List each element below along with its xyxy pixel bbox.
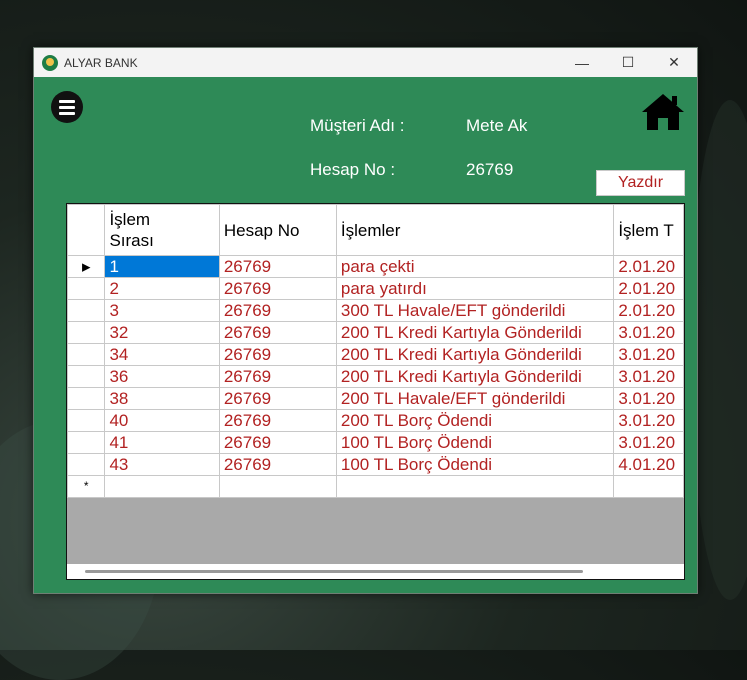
close-button[interactable]: ✕ (651, 48, 697, 77)
account-no-label: Hesap No : (310, 160, 396, 179)
cell-islem-tarihi[interactable]: 3.01.20 (613, 365, 684, 388)
column-header-label: Hesap No (223, 220, 300, 240)
column-header-label: İşlemler (340, 220, 401, 240)
column-header-label: İşlem T (618, 220, 674, 240)
cell-islemler[interactable]: para yatırdı (335, 277, 615, 300)
cell-islem-tarihi[interactable]: 2.01.20 (613, 255, 684, 278)
cell-islemler[interactable]: 200 TL Borç Ödendi (335, 409, 615, 432)
cell-islem-tarihi[interactable]: 3.01.20 (613, 321, 684, 344)
row-header[interactable] (67, 453, 106, 476)
cell-islemler[interactable]: 200 TL Kredi Kartıyla Gönderildi (335, 365, 615, 388)
row-header-corner (67, 204, 106, 256)
cell-islem-sirasi[interactable]: 2 (104, 277, 220, 300)
table-row[interactable]: ▸ 1 26769 para çekti 2.01.20 (67, 255, 684, 278)
table-row[interactable]: 41 26769 100 TL Borç Ödendi 3.01.20 (67, 431, 684, 454)
window-title: ALYAR BANK (64, 55, 138, 70)
window-controls: — ☐ ✕ (559, 48, 697, 77)
cell-islem-tarihi[interactable]: 3.01.20 (613, 343, 684, 366)
column-header-islem-tarihi[interactable]: İşlem T (613, 204, 684, 256)
new-row-cell[interactable] (104, 475, 220, 498)
column-header-islem-sirasi[interactable]: İşlem Sırası (104, 204, 220, 256)
row-header[interactable]: ▸ (67, 255, 106, 278)
column-header-islemler[interactable]: İşlemler (335, 204, 615, 256)
new-row[interactable]: * (67, 475, 684, 498)
cell-islemler[interactable]: 200 TL Havale/EFT gönderildi (335, 387, 615, 410)
cell-islemler[interactable]: 100 TL Borç Ödendi (335, 453, 615, 476)
transactions-grid[interactable]: İşlem Sırası Hesap No İşlemler İşlem T ▸… (66, 203, 685, 580)
cell-islem-sirasi[interactable]: 34 (104, 343, 220, 366)
title-bar[interactable]: ALYAR BANK — ☐ ✕ (34, 48, 697, 77)
bank-logo-icon (42, 54, 58, 71)
cell-hesap-no[interactable]: 26769 (218, 409, 337, 432)
cell-islem-tarihi[interactable]: 3.01.20 (613, 431, 684, 454)
cell-hesap-no[interactable]: 26769 (218, 255, 337, 278)
new-row-cell[interactable] (613, 475, 684, 498)
cell-hesap-no[interactable]: 26769 (218, 387, 337, 410)
cell-islem-sirasi[interactable]: 38 (104, 387, 220, 410)
cell-hesap-no[interactable]: 26769 (218, 321, 337, 344)
table-row[interactable]: 43 26769 100 TL Borç Ödendi 4.01.20 (67, 453, 684, 476)
app-window: ALYAR BANK — ☐ ✕ Müşteri Adı : Mete Ak H… (33, 47, 698, 594)
row-header[interactable] (67, 277, 106, 300)
minimize-button[interactable]: — (559, 48, 605, 77)
maximize-button[interactable]: ☐ (605, 48, 651, 77)
column-header-label: İşlem Sırası (109, 210, 154, 250)
row-header[interactable] (67, 321, 106, 344)
cell-islem-sirasi[interactable]: 32 (104, 321, 220, 344)
cell-islem-sirasi[interactable]: 43 (104, 453, 220, 476)
customer-name-label: Müşteri Adı : (310, 116, 405, 135)
cell-islem-tarihi[interactable]: 2.01.20 (613, 299, 684, 322)
row-header[interactable] (67, 343, 106, 366)
new-row-cell[interactable] (335, 475, 615, 498)
cell-islem-sirasi[interactable]: 36 (104, 365, 220, 388)
cell-islem-sirasi[interactable]: 3 (104, 299, 220, 322)
transactions-table: İşlem Sırası Hesap No İşlemler İşlem T ▸… (67, 204, 684, 498)
new-row-marker[interactable]: * (67, 475, 106, 498)
table-row[interactable]: 34 26769 200 TL Kredi Kartıyla Gönderildi 3… (67, 343, 684, 366)
cell-islem-tarihi[interactable]: 2.01.20 (613, 277, 684, 300)
scrollbar-thumb[interactable] (85, 570, 583, 573)
print-button[interactable]: Yazdır (596, 170, 685, 196)
cell-islem-tarihi[interactable]: 3.01.20 (613, 387, 684, 410)
cell-islemler[interactable]: 100 TL Borç Ödendi (335, 431, 615, 454)
cell-hesap-no[interactable]: 26769 (218, 453, 337, 476)
cell-islem-sirasi[interactable]: 1 (104, 255, 220, 278)
horizontal-scrollbar[interactable] (67, 564, 684, 579)
table-row[interactable]: 2 26769 para yatırdı 2.01.20 (67, 277, 684, 300)
cell-islemler[interactable]: para çekti (335, 255, 615, 278)
table-row[interactable]: 36 26769 200 TL Kredi Kartıyla Gönderildi 3… (67, 365, 684, 388)
cell-hesap-no[interactable]: 26769 (218, 299, 337, 322)
customer-name-value: Mete Ak (466, 116, 528, 135)
row-header[interactable] (67, 409, 106, 432)
table-row[interactable]: 40 26769 200 TL Borç Ödendi 3.01.20 (67, 409, 684, 432)
row-header[interactable] (67, 299, 106, 322)
row-header[interactable] (67, 387, 106, 410)
table-row[interactable]: 3 26769 300 TL Havale/EFT gönderildi 2.01.2… (67, 299, 684, 322)
row-header[interactable] (67, 431, 106, 454)
cell-hesap-no[interactable]: 26769 (218, 277, 337, 300)
column-header-hesap-no[interactable]: Hesap No (218, 204, 337, 256)
cell-islem-tarihi[interactable]: 3.01.20 (613, 409, 684, 432)
cell-hesap-no[interactable]: 26769 (218, 431, 337, 454)
cell-islemler[interactable]: 200 TL Kredi Kartıyla Gönderildi (335, 343, 615, 366)
account-no-value: 26769 (466, 160, 514, 179)
hamburger-icon[interactable] (51, 91, 83, 123)
cell-islem-sirasi[interactable]: 40 (104, 409, 220, 432)
cell-hesap-no[interactable]: 26769 (218, 343, 337, 366)
cell-islemler[interactable]: 300 TL Havale/EFT gönderildi (335, 299, 615, 322)
row-header[interactable] (67, 365, 106, 388)
cell-islemler[interactable]: 200 TL Kredi Kartıyla Gönderildi (335, 321, 615, 344)
cell-islem-tarihi[interactable]: 4.01.20 (613, 453, 684, 476)
new-row-cell[interactable] (218, 475, 337, 498)
cell-islem-sirasi[interactable]: 41 (104, 431, 220, 454)
table-row[interactable]: 32 26769 200 TL Kredi Kartıyla Gönderildi 3… (67, 321, 684, 344)
table-row[interactable]: 38 26769 200 TL Havale/EFT gönderildi 3.01.… (67, 387, 684, 410)
cell-hesap-no[interactable]: 26769 (218, 365, 337, 388)
home-icon[interactable] (640, 92, 686, 132)
